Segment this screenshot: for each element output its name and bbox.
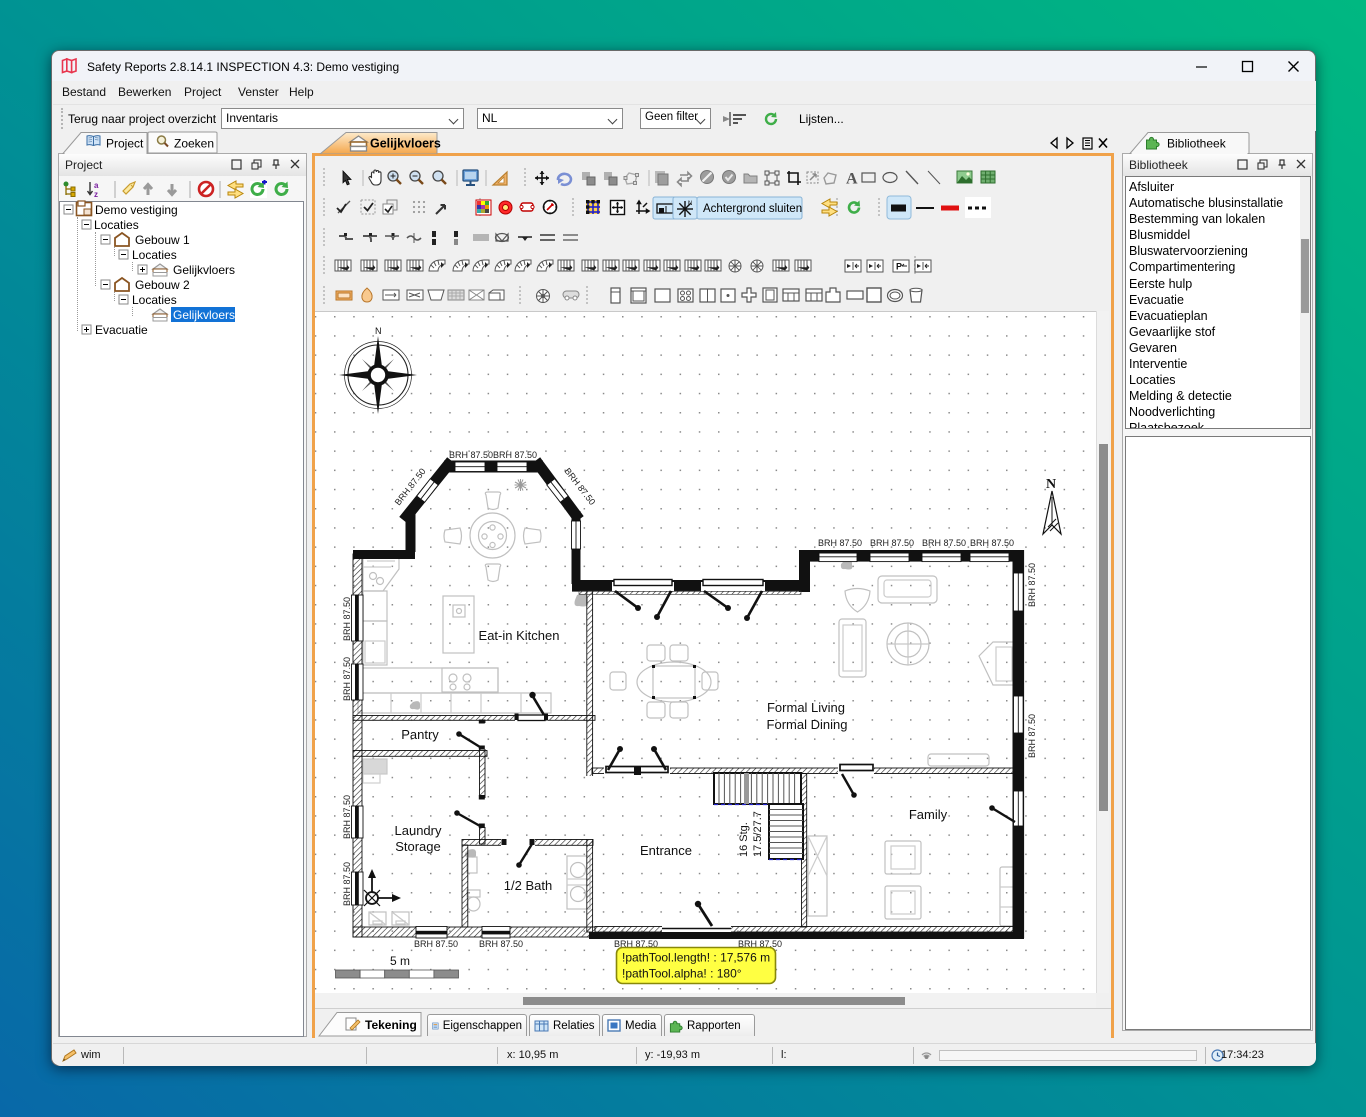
svg-text:a: a <box>94 181 99 190</box>
svg-text:Achtergrond sluiten: Achtergrond sluiten <box>703 203 802 215</box>
svg-text:Gelijkvloers: Gelijkvloers <box>173 263 235 277</box>
svg-text:Evacuatie: Evacuatie <box>95 323 148 337</box>
svg-text:17.5/27.7: 17.5/27.7 <box>752 811 764 857</box>
svg-text:BRH 87.50: BRH 87.50 <box>970 538 1014 548</box>
svg-text:N: N <box>375 326 382 336</box>
svg-text:Bibliotheek: Bibliotheek <box>1167 137 1227 151</box>
svg-text:Demo vestiging: Demo vestiging <box>95 203 178 217</box>
svg-text:Storage: Storage <box>395 839 441 854</box>
svg-text:N: N <box>1046 477 1056 492</box>
svg-text:Formal Living: Formal Living <box>767 700 845 715</box>
svg-text:5 m: 5 m <box>390 954 410 968</box>
svg-text:Gelijkvloers: Gelijkvloers <box>370 137 441 151</box>
svg-text:BRH 87.50: BRH 87.50 <box>818 538 862 548</box>
svg-text:BRH 87.50: BRH 87.50 <box>1027 563 1037 607</box>
svg-text:BRH 87.50: BRH 87.50 <box>479 939 523 949</box>
svg-text:BRH 87.50: BRH 87.50 <box>342 597 352 641</box>
svg-text:!pathTool.alpha! : 180°: !pathTool.alpha! : 180° <box>622 967 742 981</box>
svg-text:Zoeken: Zoeken <box>174 137 214 151</box>
svg-text:Laundry: Laundry <box>395 823 442 838</box>
svg-text:BRH 87.50: BRH 87.50 <box>870 538 914 548</box>
svg-text:N: N <box>688 201 692 207</box>
svg-text:Tekening: Tekening <box>365 1018 417 1032</box>
svg-text:BRH 87.50: BRH 87.50 <box>342 795 352 839</box>
svg-text:BRH 87.50: BRH 87.50 <box>414 939 458 949</box>
svg-text:Gebouw 1: Gebouw 1 <box>135 233 190 247</box>
svg-text:Locaties: Locaties <box>132 293 177 307</box>
svg-text:BRH 87.50: BRH 87.50 <box>1027 714 1037 758</box>
svg-text:16 Stg.: 16 Stg. <box>738 822 750 857</box>
svg-text:A: A <box>846 171 858 188</box>
svg-text:Formal Dining: Formal Dining <box>767 717 848 732</box>
svg-text:BRH 87.50: BRH 87.50 <box>922 538 966 548</box>
svg-text:Locaties: Locaties <box>132 248 177 262</box>
svg-text:Project: Project <box>106 137 144 151</box>
svg-text:Pantry: Pantry <box>401 727 439 742</box>
svg-text:Family: Family <box>909 807 948 822</box>
svg-text:P: P <box>896 262 902 272</box>
svg-text:BRH 87.50BRH 87.50: BRH 87.50BRH 87.50 <box>449 450 537 460</box>
svg-text:Eat-in Kitchen: Eat-in Kitchen <box>479 628 560 643</box>
svg-text:Locaties: Locaties <box>94 218 139 232</box>
svg-text:!pathTool.length! : 17,576 m: !pathTool.length! : 17,576 m <box>622 951 770 965</box>
svg-text:1/2 Bath: 1/2 Bath <box>504 878 552 893</box>
svg-text:BRH 87.50: BRH 87.50 <box>342 657 352 701</box>
svg-text:BRH 87.50: BRH 87.50 <box>342 862 352 906</box>
svg-text:Gebouw 2: Gebouw 2 <box>135 278 190 292</box>
svg-text:Gelijkvloers: Gelijkvloers <box>173 308 235 322</box>
svg-text:Entrance: Entrance <box>640 843 692 858</box>
